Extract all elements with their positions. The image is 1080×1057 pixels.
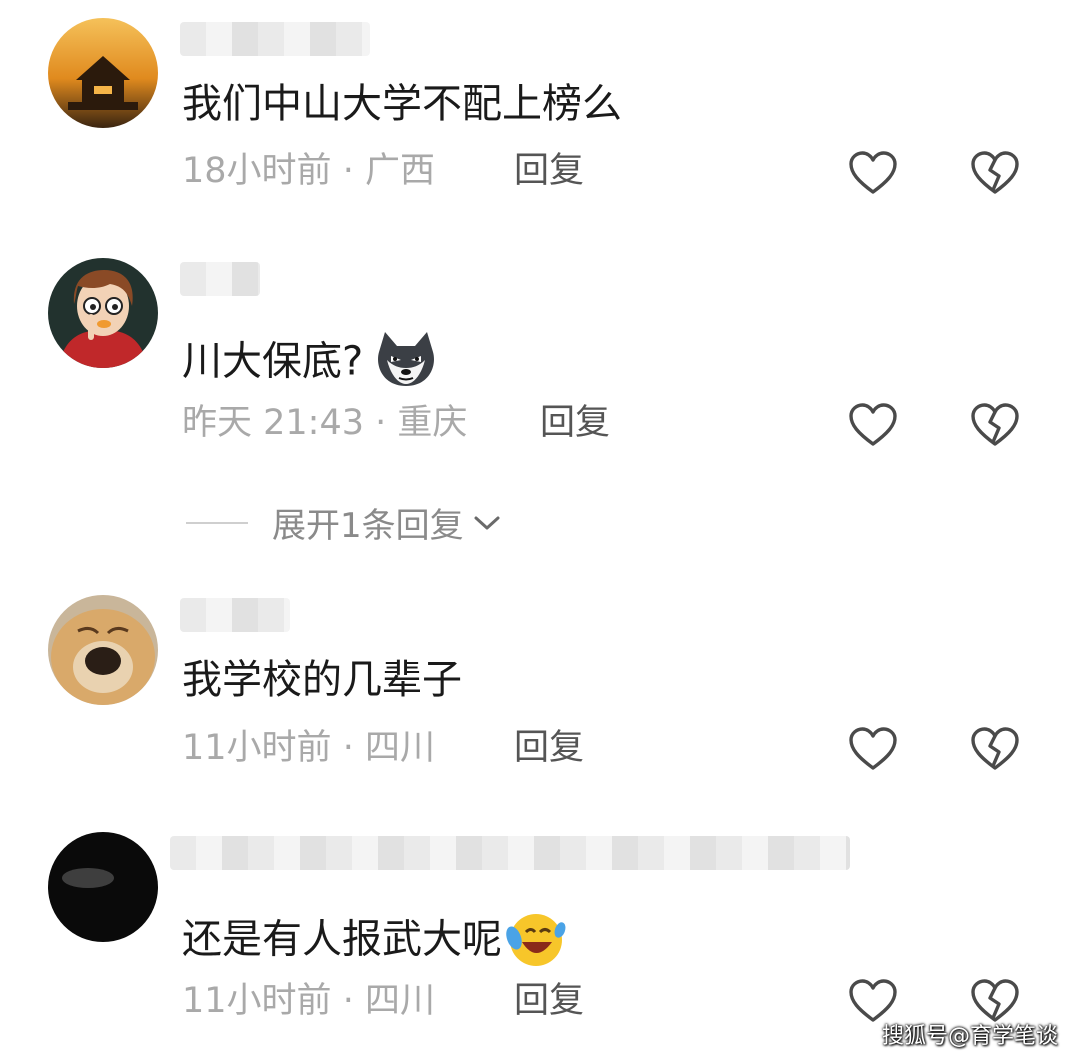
heart-icon[interactable] <box>848 402 898 448</box>
comment-meta: 11小时前 · 四川 <box>182 731 435 766</box>
heart-icon[interactable] <box>848 150 898 196</box>
reply-button[interactable]: 回复 <box>540 406 610 441</box>
comment-text: 川大保底? <box>182 330 439 397</box>
reply-button[interactable]: 回复 <box>514 154 584 189</box>
avatar[interactable] <box>48 18 158 128</box>
broken-heart-icon[interactable] <box>970 726 1020 772</box>
reply-button[interactable]: 回复 <box>514 984 584 1019</box>
comment-time: 18小时前 <box>182 151 332 191</box>
avatar[interactable] <box>48 595 158 705</box>
broken-heart-icon[interactable] <box>970 150 1020 196</box>
comment-time: 11小时前 <box>182 981 332 1021</box>
comment-meta: 18小时前 · 广西 <box>182 154 435 189</box>
comment-location: 广西 <box>364 151 435 191</box>
broken-heart-icon[interactable] <box>970 402 1020 448</box>
comment-location: 四川 <box>364 728 435 768</box>
comment-text: 还是有人报武大呢 <box>182 908 566 975</box>
comment-time: 昨天 21:43 <box>182 403 364 443</box>
separator: · <box>375 403 387 443</box>
username-blurred[interactable] <box>180 262 260 296</box>
comment-text: 我学校的几辈子 <box>182 657 462 703</box>
comment-location: 四川 <box>364 981 435 1021</box>
separator: · <box>342 728 354 768</box>
heart-icon[interactable] <box>848 726 898 772</box>
comment-text-content: 还是有人报武大呢 <box>182 916 502 963</box>
expand-replies-button[interactable]: 展开1条回复 <box>186 498 502 547</box>
reply-button[interactable]: 回复 <box>514 731 584 766</box>
comment-text-content: 川大保底? <box>182 338 364 385</box>
comment-text: 我们中山大学不配上榜么 <box>182 81 622 127</box>
avatar[interactable] <box>48 832 158 942</box>
laughing-crying-emoji <box>504 908 566 975</box>
avatar[interactable] <box>48 258 158 368</box>
separator: · <box>342 981 354 1021</box>
username-blurred[interactable] <box>180 598 290 632</box>
username-blurred[interactable] <box>180 22 370 56</box>
comment-meta: 11小时前 · 四川 <box>182 984 435 1019</box>
divider <box>186 521 248 524</box>
watermark: 搜狐号@育学笔谈 <box>882 1024 1059 1049</box>
username-blurred[interactable] <box>170 836 850 870</box>
husky-emoji <box>373 330 439 397</box>
expand-replies-label: 展开1条回复 <box>272 506 464 546</box>
comment-location: 重庆 <box>397 403 468 443</box>
comment-meta: 昨天 21:43 · 重庆 <box>182 406 467 441</box>
comment-time: 11小时前 <box>182 728 332 768</box>
separator: · <box>342 151 354 191</box>
chevron-down-icon <box>474 516 500 529</box>
